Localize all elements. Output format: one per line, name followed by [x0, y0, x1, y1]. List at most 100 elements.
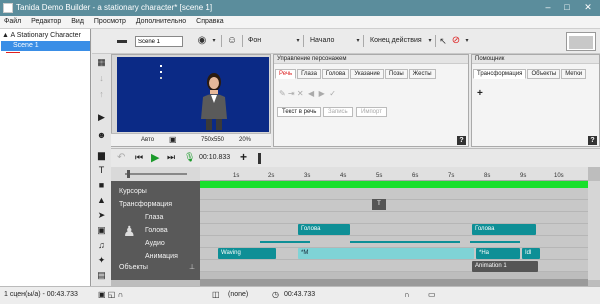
scene-duration-bar[interactable]	[200, 181, 588, 188]
stage-canvas[interactable]	[117, 57, 269, 132]
undo-icon[interactable]: ↶	[117, 152, 125, 163]
person-icon[interactable]: ☺	[226, 35, 238, 47]
time-ruler[interactable]	[200, 167, 588, 181]
tree-root[interactable]: ▲ A Stationary Character	[2, 32, 81, 39]
audio-waveform[interactable]	[200, 236, 588, 248]
tab-speech[interactable]: Речь	[275, 69, 297, 79]
layout-switch-icon[interactable]	[566, 32, 596, 51]
zoom-slider-handle[interactable]	[127, 170, 130, 178]
scene-name-input[interactable]	[135, 36, 183, 47]
animation-clip-idl[interactable]: Idl	[522, 248, 540, 259]
track-cursors[interactable]: Курсоры	[119, 188, 147, 195]
track-objects[interactable]: Объекты	[119, 264, 148, 271]
zoom-slider[interactable]	[125, 173, 187, 175]
menu-help[interactable]: Справка	[192, 16, 227, 25]
effects-icon[interactable]: ✦	[96, 255, 107, 266]
fit-mode[interactable]: Авто	[141, 137, 154, 143]
object-clip-animation1[interactable]: Animation 1	[472, 261, 538, 272]
minimize-button[interactable]: –	[541, 2, 555, 13]
headphones-icon[interactable]: ∩	[404, 290, 410, 299]
video-icon[interactable]: ▶	[96, 112, 107, 123]
timeline-horizontal-scrollbar[interactable]	[200, 279, 588, 286]
clock-icon: ◷	[272, 290, 279, 299]
monitor-icon[interactable]: ▬	[116, 35, 128, 47]
audio-tool-icon[interactable]: ♫	[96, 240, 107, 251]
play-icon[interactable]: ▶	[151, 151, 159, 164]
cursor-icon[interactable]: ↖	[437, 35, 449, 47]
tool-column: ▦ ↓ ↑ ▶ ☻ ▆ T ■ ▲ ➤ ▣ ♫ ✦ ▤	[92, 54, 111, 286]
tab-objects[interactable]: Объекты	[527, 69, 561, 79]
start-button[interactable]: Начало	[310, 37, 334, 44]
arrow-up-icon[interactable]: ↑	[96, 89, 107, 100]
chevron-down-icon[interactable]: ▾	[461, 35, 473, 47]
main-toolbar: ▬ ◉ ▾ ☺ Фон ▾ Начало ▾ Конец действия ▾ …	[92, 29, 600, 54]
tab-head[interactable]: Голова	[321, 69, 350, 79]
arrow-down-icon[interactable]: ↓	[96, 73, 107, 84]
tab-text-to-speech[interactable]: Текст в речь	[277, 107, 322, 117]
text-icon[interactable]: T	[96, 165, 107, 176]
animation-clip-waving[interactable]: Waving	[218, 248, 276, 259]
timeline-vertical-scrollbar[interactable]	[588, 181, 600, 280]
character-figure[interactable]	[117, 57, 269, 132]
close-button[interactable]: ✕	[581, 2, 595, 13]
status-flag-icon[interactable]: ◫	[212, 290, 220, 299]
head-clip[interactable]: Голова	[472, 224, 536, 235]
skip-start-icon[interactable]: ⏮	[135, 152, 143, 163]
menu-view[interactable]: Вид	[67, 16, 88, 25]
background-button[interactable]: Фон	[248, 37, 261, 44]
help-button[interactable]: ?	[588, 136, 597, 145]
status-icons[interactable]: ▣ ◱ ∩	[98, 290, 123, 299]
transform-marker[interactable]: T	[372, 199, 386, 210]
tab-record[interactable]: Запись	[323, 107, 353, 117]
stage-status-bar: Авто ▣ 750x550 20%	[111, 133, 271, 146]
grid-icon[interactable]: ▦	[96, 57, 107, 68]
zoom-icon[interactable]: ▣	[96, 225, 107, 236]
tab-poses[interactable]: Позы	[385, 69, 408, 79]
animation-clip-ha[interactable]: *На	[476, 248, 520, 259]
zoom-level[interactable]: 20%	[239, 137, 251, 143]
add-button[interactable]: +	[477, 88, 483, 99]
track-animation[interactable]: Анимация	[145, 253, 178, 260]
note-icon[interactable]: ▆	[96, 150, 107, 161]
timeline-cursor[interactable]	[258, 153, 261, 164]
tab-pointing[interactable]: Указание	[350, 69, 385, 79]
menu-preview[interactable]: Просмотр	[90, 16, 130, 25]
character-panel-title: Управление персонажем	[274, 55, 468, 64]
tab-transform[interactable]: Трансформация	[473, 69, 527, 79]
image-icon[interactable]: ▲	[96, 195, 107, 206]
menu-file[interactable]: Файл	[0, 16, 25, 25]
tick-label: 3s	[304, 173, 311, 179]
track-transform[interactable]: Трансформация	[119, 201, 172, 208]
objects-collapse-icon[interactable]: ⊥	[189, 263, 195, 271]
pointer-icon[interactable]: ➤	[96, 210, 107, 221]
shape-icon[interactable]: ■	[96, 180, 107, 191]
menu-extra[interactable]: Дополнительно	[132, 16, 190, 25]
zoom-slider-area	[111, 167, 200, 181]
speech-toolbar-icons[interactable]: ✎ ⇥ ✕ ◀ ▶ ✓	[279, 89, 336, 98]
tick-label: 5s	[376, 173, 383, 179]
track-eyes[interactable]: Глаза	[145, 214, 163, 221]
end-action-button[interactable]: Конец действия	[370, 37, 422, 44]
film-icon[interactable]: ▤	[96, 270, 107, 281]
maximize-button[interactable]: □	[560, 2, 574, 13]
tick-label: 2s	[268, 173, 275, 179]
tab-import[interactable]: Импорт	[356, 107, 387, 117]
tab-gestures[interactable]: Жесты	[408, 69, 436, 79]
help-button[interactable]: ?	[457, 136, 466, 145]
tree-scene-item[interactable]: Scene 1	[1, 41, 90, 51]
chevron-down-icon[interactable]: ▾	[208, 35, 220, 47]
head-clip[interactable]: Голова	[298, 224, 350, 235]
eye-icon[interactable]: ◉	[196, 35, 208, 47]
add-track-icon[interactable]: +	[240, 150, 247, 164]
animation-clip-m[interactable]: *M	[298, 248, 474, 259]
track-head[interactable]: Голова	[145, 227, 168, 234]
audio-bar-icon: ▭	[428, 290, 436, 299]
menu-editor[interactable]: Редактор	[27, 16, 65, 25]
skip-end-icon[interactable]: ⏭	[167, 152, 175, 163]
tab-labels[interactable]: Метки	[561, 69, 587, 79]
track-audio[interactable]: Аудио	[145, 240, 165, 247]
mic-icon[interactable]: 🎙	[184, 152, 195, 163]
fullscreen-icon[interactable]: ▣	[169, 135, 177, 144]
tab-eyes[interactable]: Глаза	[297, 69, 321, 79]
person-add-icon[interactable]: ☻	[96, 130, 107, 141]
